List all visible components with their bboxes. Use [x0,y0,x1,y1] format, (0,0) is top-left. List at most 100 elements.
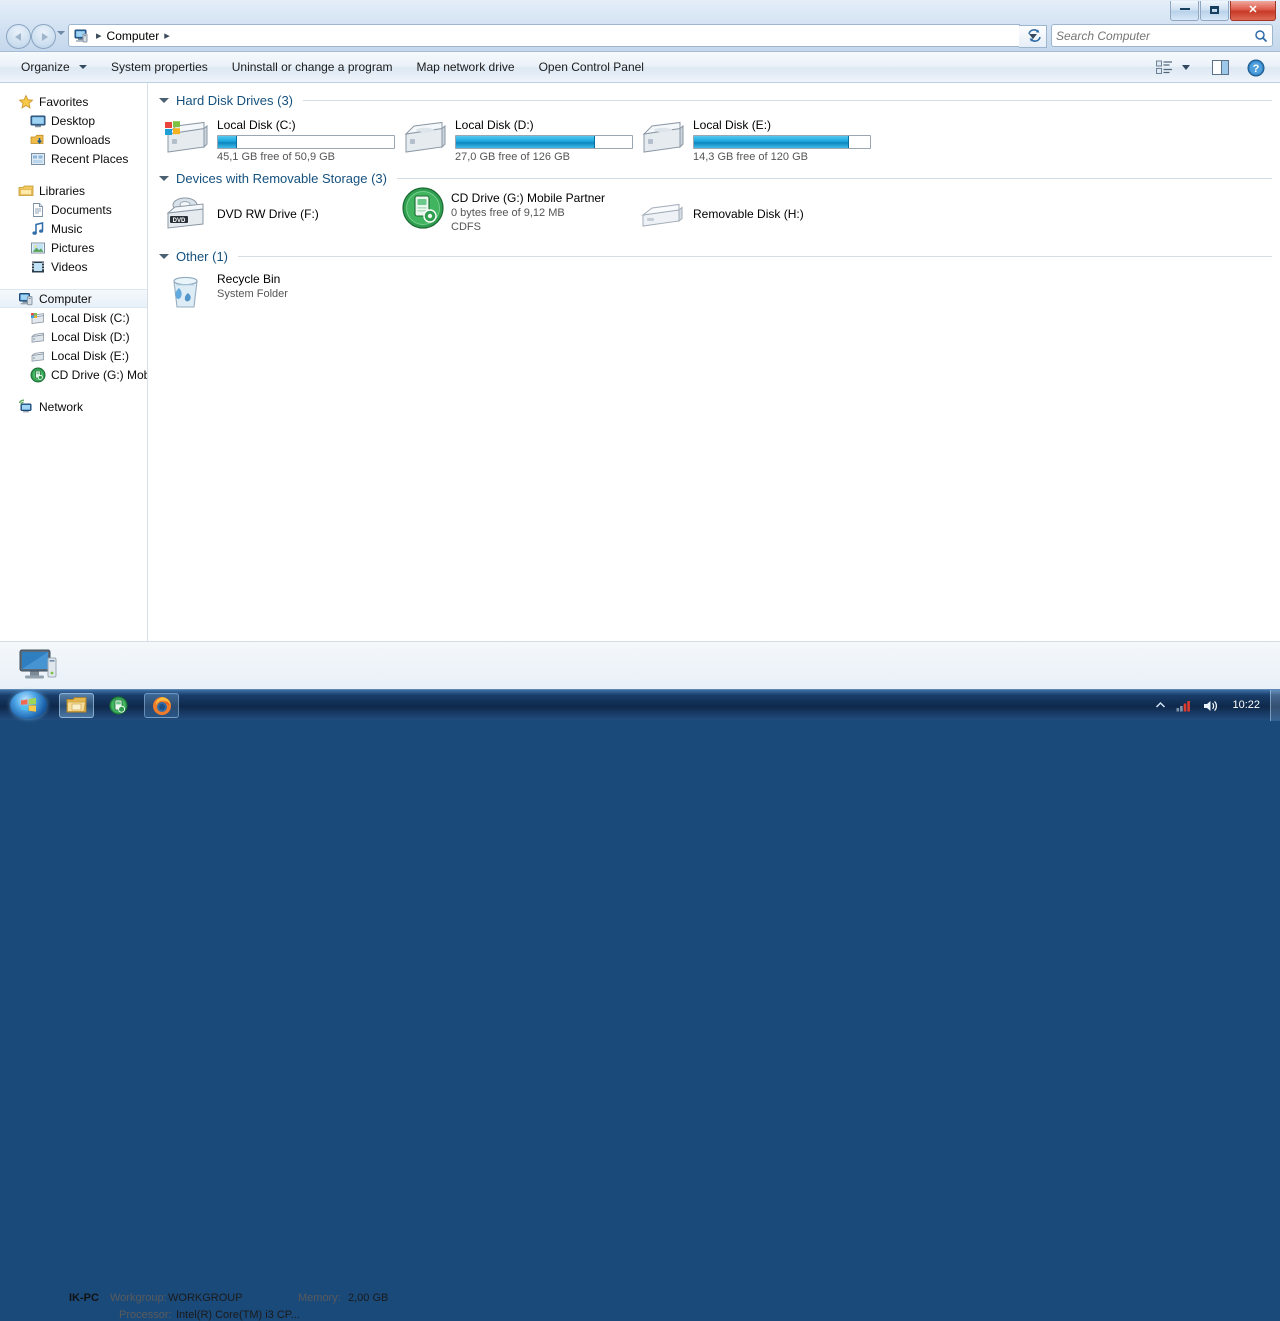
change-view-icon[interactable] [1151,56,1177,80]
windows-logo-icon [10,691,47,719]
group-header[interactable]: Devices with Removable Storage (3) [157,169,1280,187]
group-header[interactable]: Other (1) [157,247,1280,265]
drive-icon [30,348,46,364]
drive-usage-fill [694,136,849,148]
computer-status-icon [18,648,58,684]
sidebar-item-local-disk-c[interactable]: Local Disk (C:) [0,308,147,327]
taskbar: 10:22 [0,689,1280,720]
drive-tile-removable-h[interactable]: Removable Disk (H:) [639,193,804,235]
drive-tile-d[interactable]: Local Disk (D:) 27,0 GB free of 126 GB [401,115,633,163]
drive-name: Local Disk (C:) [217,118,395,132]
organize-label: Organize [21,60,70,74]
history-dropdown-icon[interactable] [57,31,65,35]
sidebar-item-libraries[interactable]: Libraries [0,181,147,200]
system-tray: 10:22 [1150,690,1280,721]
sidebar-label: Documents [51,203,112,217]
sidebar-item-recent-places[interactable]: Recent Places [0,149,147,168]
sidebar-item-network[interactable]: Network [0,397,147,416]
collapse-triangle-icon[interactable] [159,254,169,259]
taskbar-mobile-partner-button[interactable] [103,693,134,718]
downloads-icon [30,132,46,148]
cd-drive-green-icon [401,186,445,230]
sidebar-item-desktop[interactable]: Desktop [0,111,147,130]
minimize-button[interactable] [1170,1,1199,21]
group-header[interactable]: Hard Disk Drives (3) [157,91,1280,109]
music-icon [30,221,46,237]
network-signal-icon[interactable] [1176,699,1193,712]
breadcrumb-item-computer[interactable]: Computer [107,29,160,43]
star-icon [18,94,34,110]
sidebar-item-local-disk-e[interactable]: Local Disk (E:) [0,346,147,365]
drive-tile-c[interactable]: Local Disk (C:) 45,1 GB free of 50,9 GB [163,115,395,163]
open-control-panel-button[interactable]: Open Control Panel [529,55,654,79]
help-icon[interactable]: ? [1243,56,1269,80]
sidebar-label: Videos [51,260,87,274]
back-button[interactable] [6,24,31,49]
drive-name: Removable Disk (H:) [693,207,804,221]
drive-usage-fill [218,136,237,148]
start-button[interactable] [5,689,52,721]
search-icon[interactable] [1254,29,1268,43]
command-bar: Organize System properties Uninstall or … [0,52,1280,83]
sidebar-label: Local Disk (D:) [51,330,130,344]
chevron-down-icon [79,65,87,69]
sidebar-item-local-disk-d[interactable]: Local Disk (D:) [0,327,147,346]
map-network-drive-button[interactable]: Map network drive [407,55,525,79]
collapse-triangle-icon[interactable] [159,98,169,103]
sidebar-item-downloads[interactable]: Downloads [0,130,147,149]
sidebar-item-documents[interactable]: Documents [0,200,147,219]
windows-hard-drive-icon [163,115,211,157]
preview-pane-icon[interactable] [1207,56,1233,80]
search-input[interactable] [1056,29,1254,43]
drive-name: Local Disk (E:) [693,118,871,132]
drive-tile-cd-g[interactable]: CD Drive (G:) Mobile Partner 0 bytes fre… [401,186,605,233]
folder-icon [66,696,87,715]
view-dropdown-icon[interactable] [1179,56,1193,80]
drive-name: DVD RW Drive (F:) [217,207,319,221]
sidebar-label: Music [51,222,82,236]
item-tile-recycle-bin[interactable]: Recycle Bin System Folder [163,269,288,311]
taskbar-explorer-button[interactable] [59,693,94,718]
item-name: Recycle Bin [217,272,288,286]
sidebar-label: CD Drive (G:) Mobile [51,368,148,382]
file-list-view[interactable]: Hard Disk Drives (3) [149,83,1280,641]
status-memory-label: Memory: [298,1292,341,1304]
status-computer-name: IK-PC [69,1292,99,1304]
address-bar[interactable]: ▸ Computer ▸ [68,24,1020,47]
taskbar-clock[interactable]: 10:22 [1224,690,1268,721]
drive-tile-e[interactable]: Local Disk (E:) 14,3 GB free of 120 GB [639,115,871,163]
maximize-icon [1210,6,1219,14]
desktop-icon [30,113,46,129]
close-button[interactable]: ✕ [1230,1,1276,21]
collapse-triangle-icon[interactable] [159,176,169,181]
sidebar-item-music[interactable]: Music [0,219,147,238]
uninstall-change-program-button[interactable]: Uninstall or change a program [222,55,403,79]
drive-tile-body: Removable Disk (H:) [693,207,804,221]
breadcrumb-separator-trailing[interactable]: ▸ [159,29,175,42]
sidebar-item-favorites[interactable]: Favorites [0,92,147,111]
drive-free-space: 0 bytes free of 9,12 MB [451,207,605,219]
refresh-icon[interactable] [1022,24,1046,47]
sidebar-item-pictures[interactable]: Pictures [0,238,147,257]
sidebar-item-videos[interactable]: Videos [0,257,147,276]
maximize-button[interactable] [1200,1,1229,21]
navigation-pane[interactable]: Favorites Desktop Downloads Recent Place… [0,83,148,641]
sidebar-item-cd-drive-g[interactable]: CD Drive (G:) Mobile [0,365,147,384]
forward-button[interactable] [31,24,56,49]
organize-button[interactable]: Organize [11,55,97,79]
sidebar-item-computer[interactable]: Computer [0,289,147,308]
drive-tile-dvd-f[interactable]: DVD DVD RW Drive (F:) [163,193,319,235]
show-hidden-icons-button[interactable] [1155,700,1166,711]
firefox-icon [152,696,172,716]
recycle-bin-icon [163,269,211,311]
sidebar-label: Pictures [51,241,94,255]
search-box[interactable] [1051,24,1273,47]
system-properties-button[interactable]: System properties [101,55,218,79]
show-desktop-button[interactable] [1270,690,1280,721]
sidebar-label: Recent Places [51,152,128,166]
volume-icon[interactable] [1203,699,1219,713]
hard-drive-icon [639,115,687,157]
svg-text:?: ? [1253,63,1260,75]
taskbar-firefox-button[interactable] [144,693,179,718]
group-rule [397,178,1272,179]
